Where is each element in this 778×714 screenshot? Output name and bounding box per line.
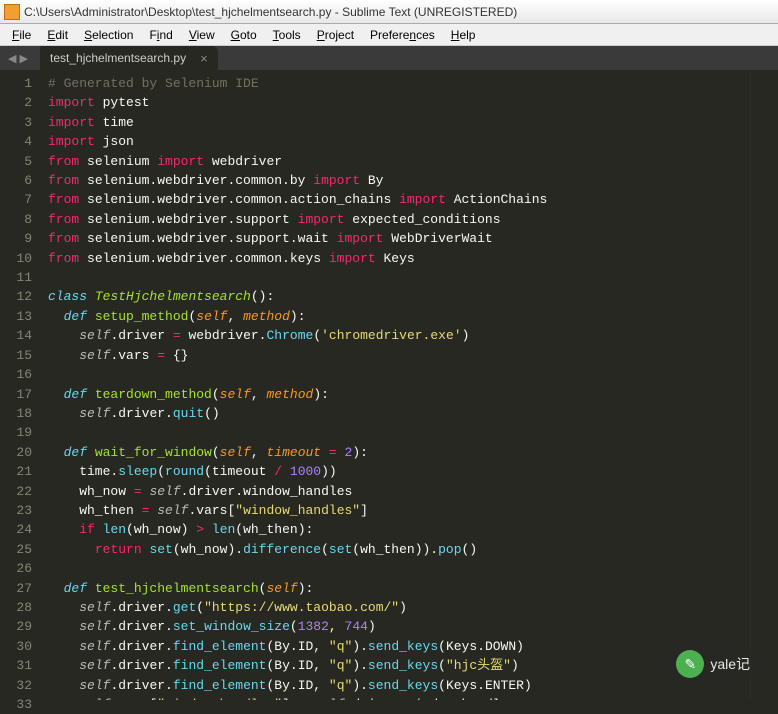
line-number: 1 bbox=[0, 74, 32, 93]
menu-file[interactable]: File bbox=[4, 26, 39, 44]
watermark: ✎ yale记 bbox=[668, 646, 758, 682]
code-line[interactable]: from selenium.webdriver.common.by import… bbox=[48, 171, 750, 190]
menu-view[interactable]: View bbox=[181, 26, 223, 44]
close-icon[interactable]: × bbox=[200, 51, 208, 66]
code-line[interactable]: time.sleep(round(timeout / 1000)) bbox=[48, 462, 750, 481]
code-line[interactable]: self.driver.find_element(By.ID, "q").sen… bbox=[48, 656, 750, 675]
code-line[interactable]: wh_now = self.driver.window_handles bbox=[48, 482, 750, 501]
line-number: 7 bbox=[0, 190, 32, 209]
minimap[interactable] bbox=[750, 70, 778, 700]
line-number: 25 bbox=[0, 540, 32, 559]
line-number: 23 bbox=[0, 501, 32, 520]
line-number: 18 bbox=[0, 404, 32, 423]
menu-tools[interactable]: Tools bbox=[265, 26, 309, 44]
code-line[interactable]: from selenium.webdriver.common.keys impo… bbox=[48, 249, 750, 268]
code-line[interactable] bbox=[48, 559, 750, 578]
active-tab[interactable]: test_hjchelmentsearch.py × bbox=[40, 46, 218, 70]
window-title: C:\Users\Administrator\Desktop\test_hjch… bbox=[24, 5, 517, 19]
line-number: 31 bbox=[0, 656, 32, 675]
line-number: 5 bbox=[0, 152, 32, 171]
watermark-icon: ✎ bbox=[676, 650, 704, 678]
code-line[interactable]: self.driver = webdriver.Chrome('chromedr… bbox=[48, 326, 750, 345]
line-number: 13 bbox=[0, 307, 32, 326]
menu-goto[interactable]: Goto bbox=[223, 26, 265, 44]
code-line[interactable]: self.driver.find_element(By.ID, "q").sen… bbox=[48, 676, 750, 695]
code-line[interactable] bbox=[48, 365, 750, 384]
line-number: 27 bbox=[0, 579, 32, 598]
line-number: 28 bbox=[0, 598, 32, 617]
titlebar: C:\Users\Administrator\Desktop\test_hjch… bbox=[0, 0, 778, 24]
line-gutter: 1234567891011121314151617181920212223242… bbox=[0, 70, 40, 700]
line-number: 33 bbox=[0, 695, 32, 714]
line-number: 29 bbox=[0, 617, 32, 636]
line-number: 3 bbox=[0, 113, 32, 132]
code-line[interactable]: self.vars["window_handles"] = self.drive… bbox=[48, 695, 750, 700]
line-number: 9 bbox=[0, 229, 32, 248]
menu-edit[interactable]: Edit bbox=[39, 26, 76, 44]
code-area[interactable]: # Generated by Selenium IDEimport pytest… bbox=[40, 70, 750, 700]
line-number: 32 bbox=[0, 676, 32, 695]
code-line[interactable]: from selenium.webdriver.support import e… bbox=[48, 210, 750, 229]
watermark-text: yale记 bbox=[710, 654, 750, 674]
line-number: 22 bbox=[0, 482, 32, 501]
code-line[interactable]: import json bbox=[48, 132, 750, 151]
code-line[interactable]: if len(wh_now) > len(wh_then): bbox=[48, 520, 750, 539]
line-number: 6 bbox=[0, 171, 32, 190]
tab-bar: ◀ ▶ test_hjchelmentsearch.py × bbox=[0, 46, 778, 70]
code-line[interactable]: from selenium import webdriver bbox=[48, 152, 750, 171]
code-line[interactable]: from selenium.webdriver.support.wait imp… bbox=[48, 229, 750, 248]
line-number: 12 bbox=[0, 287, 32, 306]
line-number: 30 bbox=[0, 637, 32, 656]
editor[interactable]: 1234567891011121314151617181920212223242… bbox=[0, 70, 778, 700]
line-number: 4 bbox=[0, 132, 32, 151]
menu-preferences[interactable]: Preferences bbox=[362, 26, 443, 44]
line-number: 24 bbox=[0, 520, 32, 539]
line-number: 17 bbox=[0, 385, 32, 404]
tab-label: test_hjchelmentsearch.py bbox=[50, 51, 186, 65]
code-line[interactable]: self.driver.get("https://www.taobao.com/… bbox=[48, 598, 750, 617]
code-line[interactable]: import pytest bbox=[48, 93, 750, 112]
code-line[interactable]: self.driver.quit() bbox=[48, 404, 750, 423]
code-line[interactable]: def setup_method(self, method): bbox=[48, 307, 750, 326]
nav-arrows[interactable]: ◀ ▶ bbox=[0, 46, 36, 70]
app-icon bbox=[4, 4, 20, 20]
code-line[interactable]: self.vars = {} bbox=[48, 346, 750, 365]
menu-find[interactable]: Find bbox=[141, 26, 180, 44]
code-line[interactable]: # Generated by Selenium IDE bbox=[48, 74, 750, 93]
menu-selection[interactable]: Selection bbox=[76, 26, 141, 44]
menu-help[interactable]: Help bbox=[443, 26, 484, 44]
line-number: 8 bbox=[0, 210, 32, 229]
code-line[interactable]: return set(wh_now).difference(set(wh_the… bbox=[48, 540, 750, 559]
line-number: 19 bbox=[0, 423, 32, 442]
menu-project[interactable]: Project bbox=[309, 26, 362, 44]
line-number: 11 bbox=[0, 268, 32, 287]
line-number: 16 bbox=[0, 365, 32, 384]
line-number: 21 bbox=[0, 462, 32, 481]
code-line[interactable]: def test_hjchelmentsearch(self): bbox=[48, 579, 750, 598]
line-number: 20 bbox=[0, 443, 32, 462]
code-line[interactable] bbox=[48, 423, 750, 442]
code-line[interactable]: self.driver.find_element(By.ID, "q").sen… bbox=[48, 637, 750, 656]
code-line[interactable] bbox=[48, 268, 750, 287]
code-line[interactable]: class TestHjchelmentsearch(): bbox=[48, 287, 750, 306]
line-number: 2 bbox=[0, 93, 32, 112]
line-number: 26 bbox=[0, 559, 32, 578]
code-line[interactable]: self.driver.set_window_size(1382, 744) bbox=[48, 617, 750, 636]
line-number: 10 bbox=[0, 249, 32, 268]
line-number: 14 bbox=[0, 326, 32, 345]
line-number: 15 bbox=[0, 346, 32, 365]
code-line[interactable]: from selenium.webdriver.common.action_ch… bbox=[48, 190, 750, 209]
code-line[interactable]: wh_then = self.vars["window_handles"] bbox=[48, 501, 750, 520]
code-line[interactable]: def teardown_method(self, method): bbox=[48, 385, 750, 404]
code-line[interactable]: import time bbox=[48, 113, 750, 132]
menubar: FileEditSelectionFindViewGotoToolsProjec… bbox=[0, 24, 778, 46]
code-line[interactable]: def wait_for_window(self, timeout = 2): bbox=[48, 443, 750, 462]
